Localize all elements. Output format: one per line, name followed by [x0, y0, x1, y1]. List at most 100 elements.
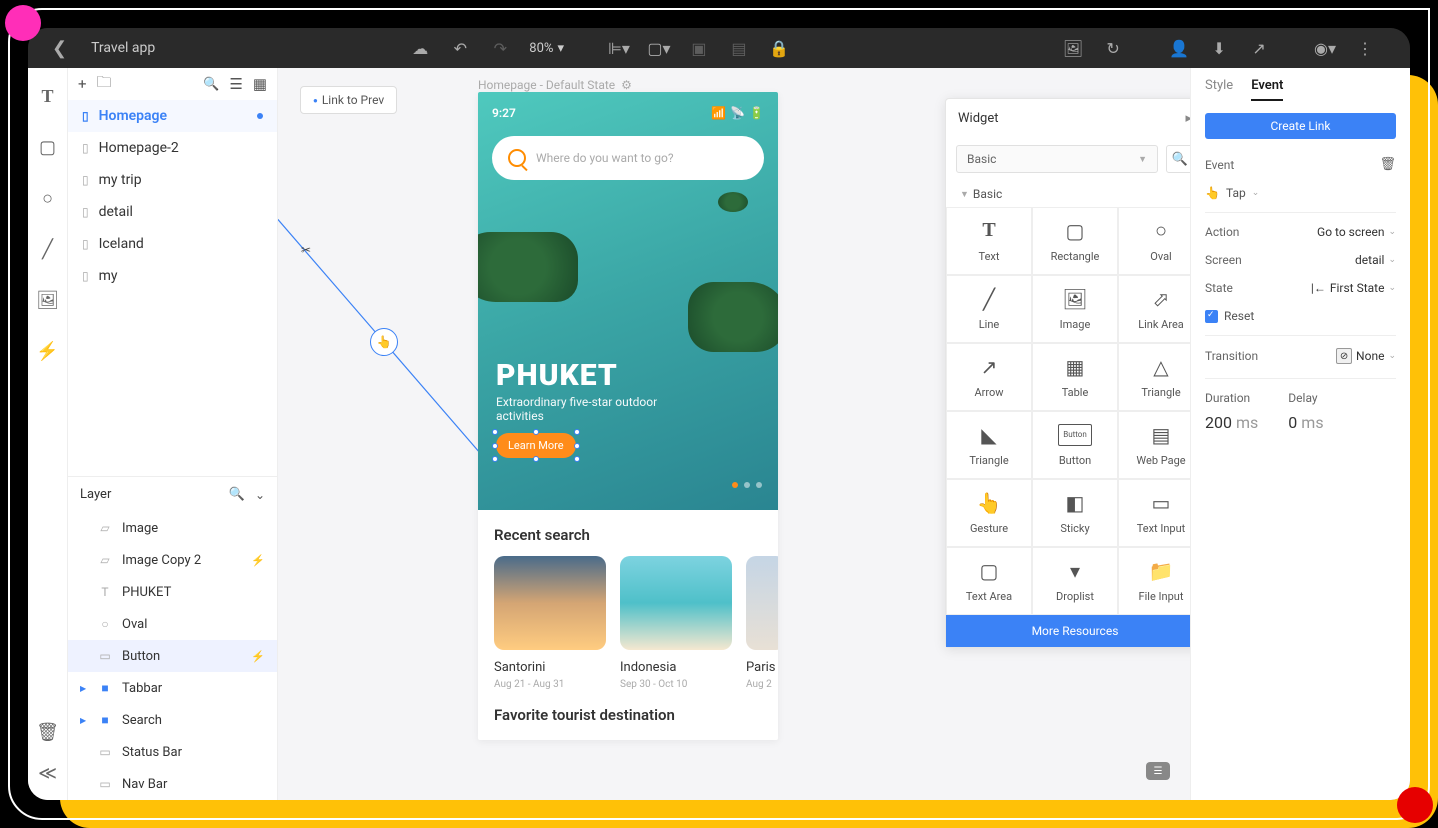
oval-tool-icon[interactable]: ○: [42, 188, 53, 209]
action-dropdown[interactable]: Go to screen ⌄: [1317, 225, 1396, 239]
link-to-prev-button[interactable]: ● Link to Prev: [300, 86, 397, 114]
recent-card-santorini[interactable]: Santorini Aug 21 - Aug 31: [494, 556, 606, 690]
user-icon[interactable]: 👤: [1168, 37, 1190, 59]
link-gesture-anchor[interactable]: 👆: [370, 328, 398, 356]
widget-sticky[interactable]: ◧Sticky: [1032, 479, 1118, 547]
page-item-iceland[interactable]: ▯Iceland: [68, 228, 277, 260]
widget-text-input[interactable]: ▭Text Input: [1118, 479, 1190, 547]
layer-status-bar[interactable]: ▭Status Bar: [68, 736, 277, 768]
widget-category-dropdown[interactable]: Basic▼: [956, 145, 1158, 173]
widget-rectangle[interactable]: ▢Rectangle: [1032, 207, 1118, 275]
search-pages-icon[interactable]: 🔍: [203, 77, 219, 92]
trash-icon[interactable]: 🗑: [36, 722, 59, 743]
interaction-tool-icon[interactable]: ⚡: [36, 341, 58, 362]
notes-icon[interactable]: ☰: [1146, 762, 1170, 780]
tab-event[interactable]: Event: [1251, 78, 1283, 101]
decoration-pink-dot: [5, 5, 41, 41]
widget-text[interactable]: TText: [946, 207, 1032, 275]
layer-image-copy-2[interactable]: ▱Image Copy 2⚡: [68, 544, 277, 576]
layer-search[interactable]: ▶■Search: [68, 704, 277, 736]
trigger-dropdown[interactable]: 👆 Tap ⌄: [1205, 186, 1396, 200]
create-link-button[interactable]: Create Link: [1205, 113, 1396, 139]
widget-gesture[interactable]: 👆Gesture: [946, 479, 1032, 547]
state-dropdown[interactable]: |←First State ⌄: [1311, 281, 1396, 295]
widget-web-page[interactable]: ▤Web Page: [1118, 411, 1190, 479]
canvas-area[interactable]: ● Link to Prev Homepage - Default State …: [278, 68, 1190, 800]
text-tool-icon[interactable]: T: [41, 86, 53, 107]
widget-image[interactable]: 🖼Image: [1032, 275, 1118, 343]
widget-line[interactable]: ╱Line: [946, 275, 1032, 343]
first-state-icon: |←: [1311, 281, 1326, 295]
delay-value[interactable]: 0ms: [1288, 413, 1323, 432]
widget-oval[interactable]: ○Oval: [1118, 207, 1190, 275]
page-icon: ▯: [82, 141, 89, 155]
preview-icon[interactable]: ◉▾: [1314, 37, 1336, 59]
duration-value[interactable]: 200ms: [1205, 413, 1258, 432]
layer-tabbar[interactable]: ▶■Tabbar: [68, 672, 277, 704]
widget-button[interactable]: ButtonButton: [1032, 411, 1118, 479]
transition-dropdown[interactable]: ⊘None ⌄: [1336, 348, 1396, 364]
back-button[interactable]: ❮: [44, 34, 75, 63]
layer-button[interactable]: ▭Button⚡: [68, 640, 277, 672]
zoom-dropdown[interactable]: 80% ▾: [529, 37, 564, 59]
distribute-icon[interactable]: ▢▾: [648, 37, 670, 59]
page-item-my[interactable]: ▯my: [68, 260, 277, 292]
layer-oval[interactable]: ○Oval: [68, 608, 277, 640]
layer-image[interactable]: ▱Image: [68, 512, 277, 544]
widget-triangle-2[interactable]: ◣Triangle: [946, 411, 1032, 479]
widget-file-input[interactable]: 📁File Input: [1118, 547, 1190, 615]
download-icon[interactable]: ⬇: [1208, 37, 1230, 59]
undo-icon[interactable]: ↶: [449, 37, 471, 59]
widget-section-header[interactable]: ▼ Basic: [946, 181, 1190, 207]
page-icon: ▯: [82, 173, 89, 187]
rectangle-tool-icon[interactable]: ▢: [39, 137, 56, 158]
collapse-icon[interactable]: ≪: [38, 763, 57, 784]
screen-dropdown[interactable]: detail ⌄: [1355, 253, 1396, 267]
delete-event-icon[interactable]: 🗑: [1379, 157, 1396, 172]
image-tool-icon[interactable]: 🖼: [36, 290, 59, 311]
tab-style[interactable]: Style: [1205, 78, 1233, 101]
widget-search-button[interactable]: 🔍: [1166, 145, 1190, 173]
battery-icon: 🔋: [749, 106, 764, 120]
widget-table[interactable]: ▦Table: [1032, 343, 1118, 411]
group-icon[interactable]: ▣: [688, 37, 710, 59]
page-item-homepage-2[interactable]: ▯Homepage-2: [68, 132, 277, 164]
pagination-dots: [732, 482, 762, 488]
recent-date: Aug 2: [746, 679, 778, 690]
more-resources-button[interactable]: More Resources: [946, 615, 1190, 647]
grid-view-icon[interactable]: ▦: [253, 75, 267, 93]
widget-droplist[interactable]: ▾Droplist: [1032, 547, 1118, 615]
align-icon[interactable]: ⊫▾: [608, 37, 630, 59]
redo-icon[interactable]: ↷: [489, 37, 511, 59]
search-layers-icon[interactable]: 🔍: [229, 487, 245, 502]
widget-arrow[interactable]: ↗Arrow: [946, 343, 1032, 411]
search-field[interactable]: Where do you want to go?: [492, 136, 764, 180]
recent-card-indonesia[interactable]: Indonesia Sep 30 - Oct 10: [620, 556, 732, 690]
layer-nav-bar[interactable]: ▭Nav Bar: [68, 768, 277, 800]
widget-text-area[interactable]: ▢Text Area: [946, 547, 1032, 615]
lock-icon[interactable]: 🔒: [768, 37, 790, 59]
page-item-homepage[interactable]: ▯ Homepage: [68, 100, 277, 132]
page-item-detail[interactable]: ▯detail: [68, 196, 277, 228]
share-icon[interactable]: ↗: [1248, 37, 1270, 59]
gear-icon[interactable]: ⚙: [621, 78, 632, 92]
more-icon[interactable]: ⋮: [1354, 37, 1376, 59]
cloud-sync-icon[interactable]: ☁: [409, 37, 431, 59]
folder-icon[interactable]: 🗀: [97, 72, 112, 97]
page-item-my-trip[interactable]: ▯my trip: [68, 164, 277, 196]
list-view-icon[interactable]: ☰: [229, 75, 242, 93]
history-icon[interactable]: ↻: [1102, 37, 1124, 59]
image-icon[interactable]: 🖼: [1062, 37, 1084, 59]
ungroup-icon[interactable]: ▤: [728, 37, 750, 59]
line-tool-icon[interactable]: ╱: [42, 239, 53, 260]
collapse-layers-icon[interactable]: ⌄: [255, 488, 265, 502]
add-page-icon[interactable]: +: [78, 75, 87, 93]
reset-checkbox[interactable]: Reset: [1205, 309, 1396, 323]
collapse-widget-icon[interactable]: ▸: [1185, 111, 1190, 126]
widget-triangle[interactable]: △Triangle: [1118, 343, 1190, 411]
recent-card-paris[interactable]: Paris Aug 2: [746, 556, 778, 690]
learn-more-button[interactable]: Learn More: [496, 433, 576, 458]
link-cut-anchor[interactable]: ✂: [292, 236, 320, 264]
widget-link-area[interactable]: ⬀Link Area: [1118, 275, 1190, 343]
layer-phuket[interactable]: TPHUKET: [68, 576, 277, 608]
